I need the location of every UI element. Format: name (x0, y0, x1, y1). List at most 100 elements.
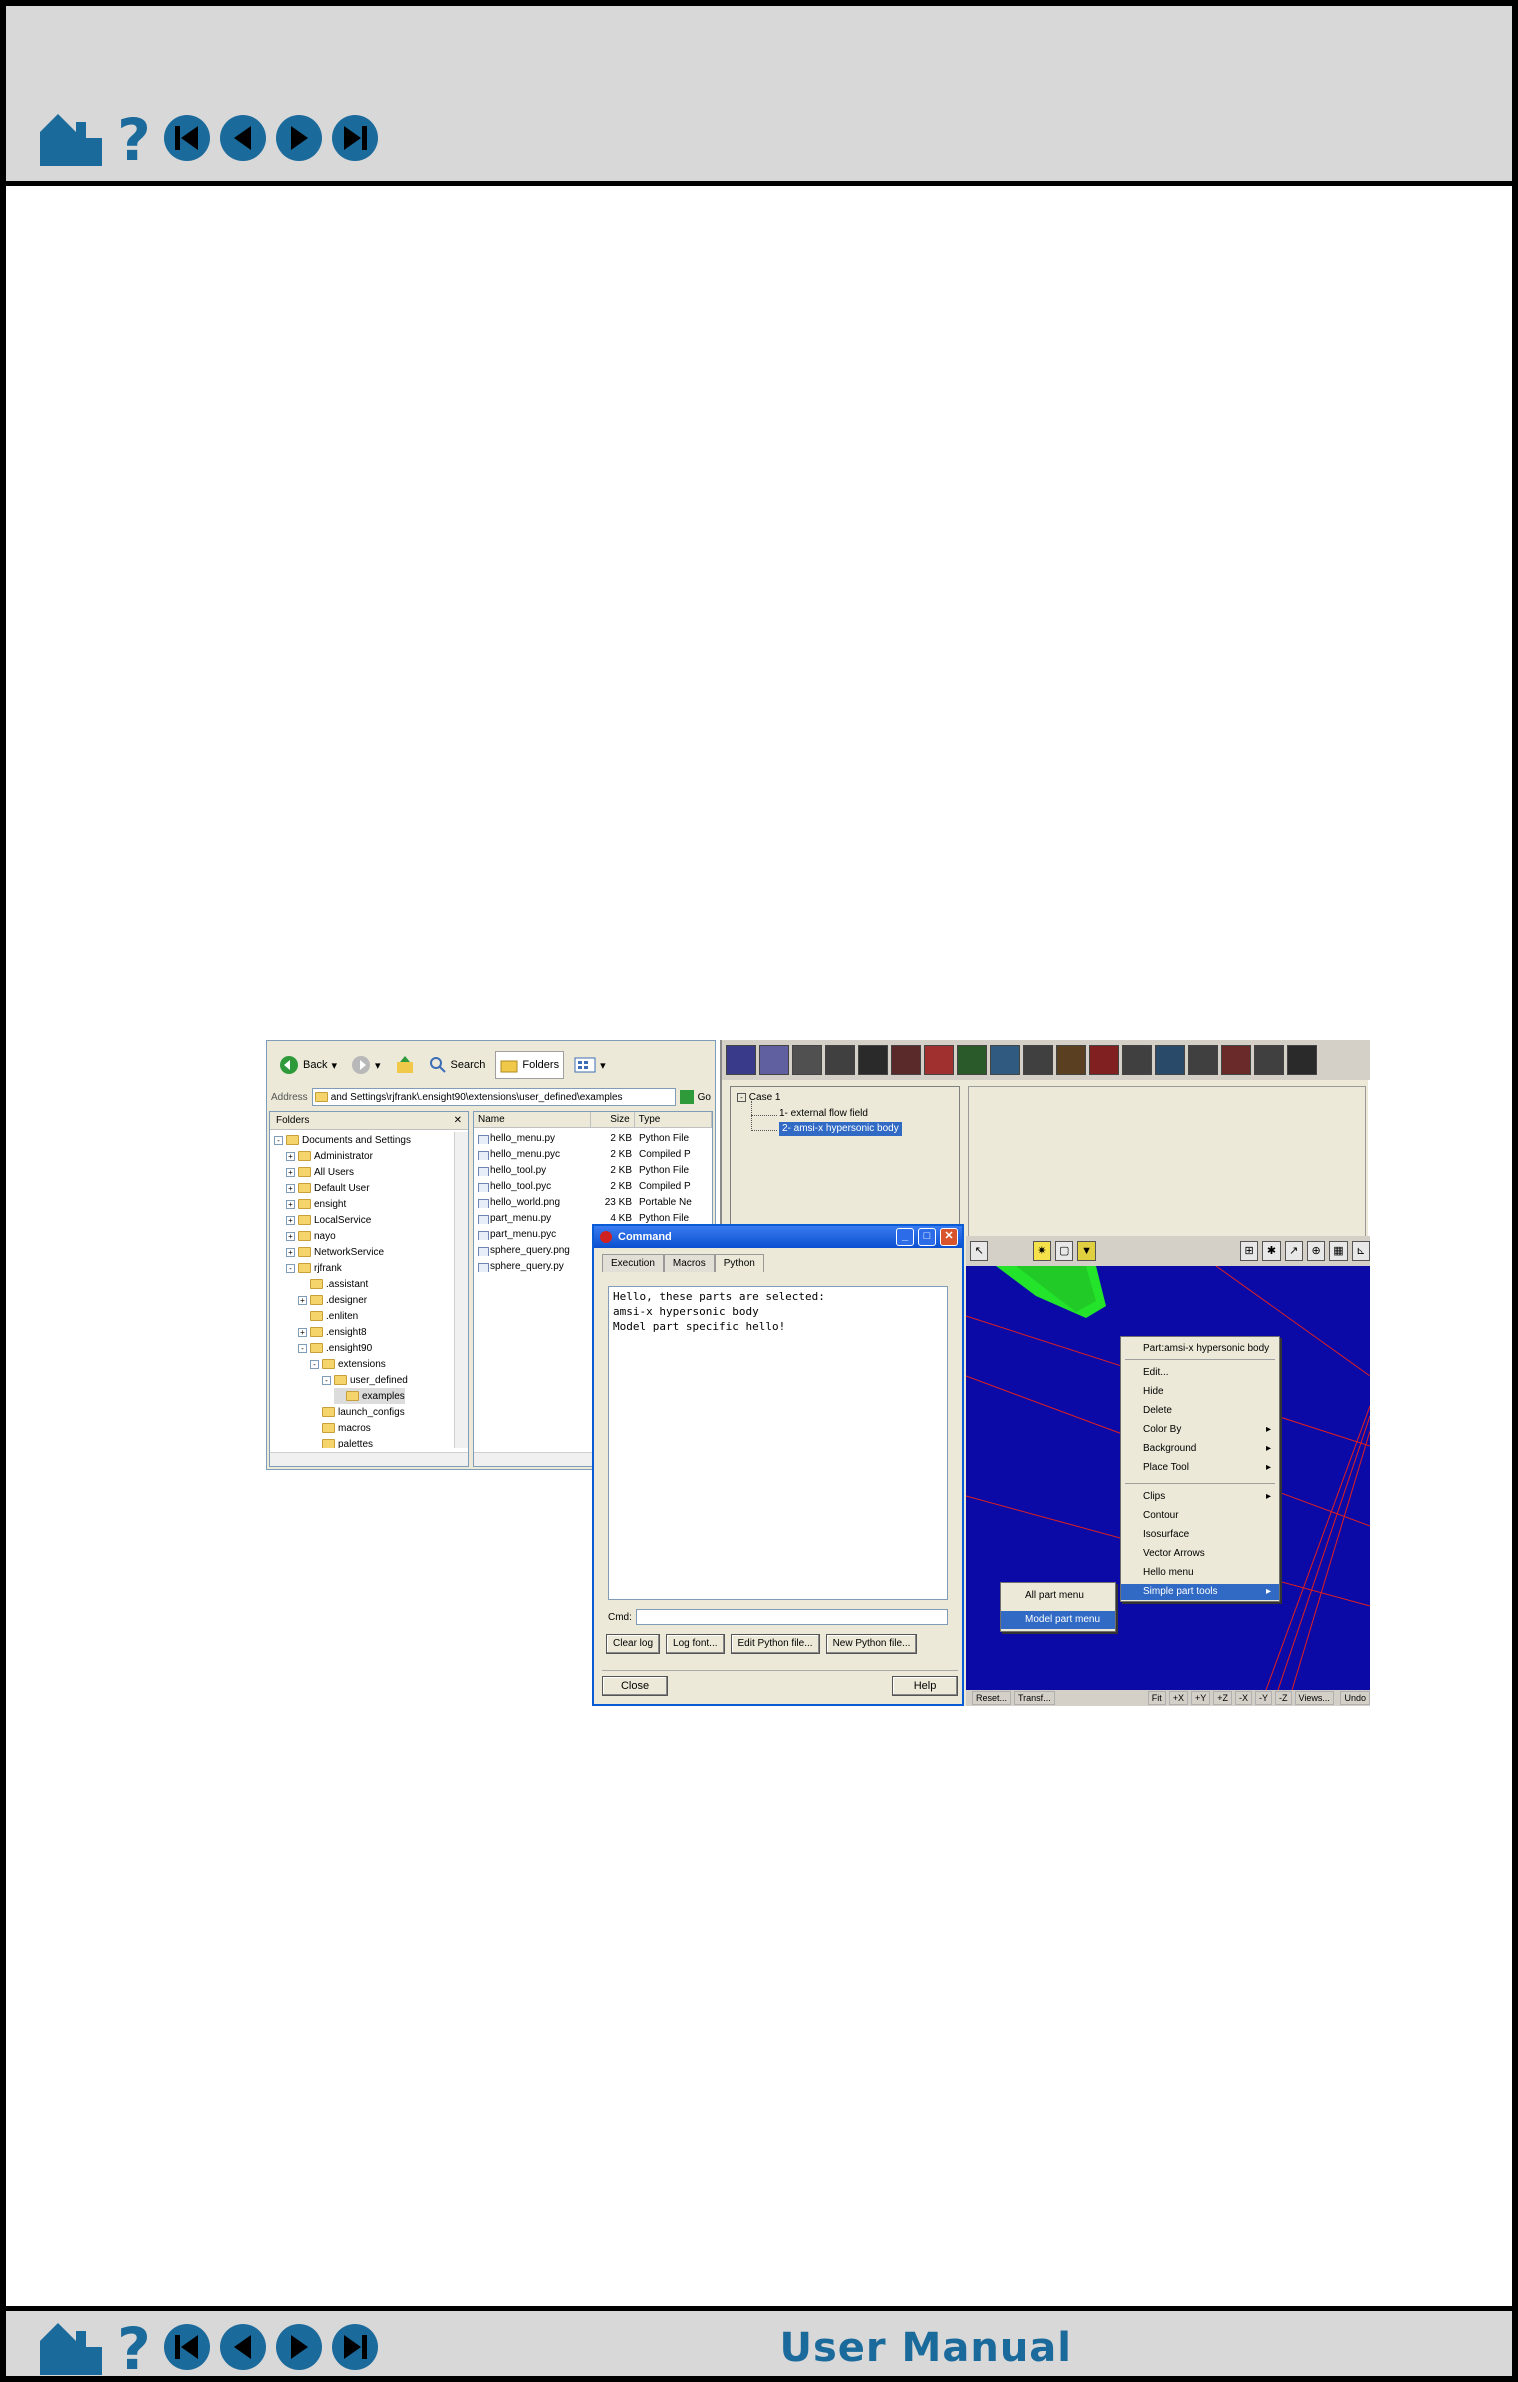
column-type[interactable]: Type (635, 1112, 713, 1127)
expand-icon[interactable]: + (286, 1183, 295, 1193)
new-python-file-button[interactable]: New Python file... (825, 1634, 918, 1654)
tree-item[interactable]: + ensight (286, 1196, 346, 1212)
views-button[interactable]: ▾ (570, 1051, 610, 1079)
context-menu-item[interactable]: Edit... (1121, 1365, 1279, 1381)
tree-item[interactable]: - Documents and Settings (274, 1132, 411, 1148)
previous-page-icon[interactable] (218, 2322, 268, 2372)
arrow-icon[interactable]: ↗ (1284, 1241, 1303, 1261)
tree-item[interactable]: - rjfrank (286, 1260, 342, 1276)
go-icon[interactable] (679, 1090, 694, 1104)
context-menu-item[interactable]: Delete (1121, 1403, 1279, 1419)
previous-page-icon[interactable] (218, 113, 268, 163)
collapse-icon[interactable]: - (310, 1359, 319, 1369)
collapse-icon[interactable]: - (737, 1093, 746, 1102)
tree-item[interactable]: examples (334, 1388, 405, 1404)
folders-horizontal-scrollbar[interactable] (270, 1452, 468, 1466)
clip-icon[interactable] (924, 1045, 954, 1075)
context-menu-item[interactable]: Background ▸ (1121, 1441, 1279, 1457)
first-page-icon[interactable] (162, 2322, 212, 2372)
menu-item-all-part-menu[interactable]: All part menu (1001, 1587, 1115, 1605)
file-row[interactable]: hello_tool.py 2 KB Python File (474, 1162, 714, 1178)
view-button[interactable]: Undo (1340, 1691, 1370, 1705)
axis-icon[interactable]: ⊾ (1351, 1241, 1370, 1261)
parts-icon[interactable] (759, 1045, 789, 1075)
context-menu-item[interactable]: Hello menu (1121, 1565, 1279, 1581)
view-icon[interactable] (726, 1045, 756, 1075)
tree-item[interactable]: .enliten (298, 1308, 358, 1324)
minimize-icon[interactable]: _ (896, 1228, 914, 1246)
up-folder-button[interactable] (391, 1051, 419, 1079)
mesh-icon[interactable] (1287, 1045, 1317, 1075)
close-button[interactable]: Close (602, 1675, 668, 1696)
expand-icon[interactable]: + (286, 1215, 295, 1225)
label-icon[interactable] (1122, 1045, 1152, 1075)
column-size[interactable]: Size (591, 1112, 635, 1127)
calculator-icon[interactable] (825, 1045, 855, 1075)
tree-item[interactable]: macros (310, 1420, 371, 1436)
next-page-icon[interactable] (274, 113, 324, 163)
collapse-icon[interactable]: - (298, 1343, 307, 1353)
folders-button[interactable]: Folders (495, 1051, 565, 1079)
context-menu-item[interactable]: Contour (1121, 1508, 1279, 1524)
close-icon[interactable]: ✕ (940, 1228, 958, 1246)
context-menu-item[interactable]: Hide (1121, 1384, 1279, 1400)
tree-item[interactable]: + All Users (286, 1164, 354, 1180)
context-menu-item[interactable]: Clips ▸ (1121, 1489, 1279, 1505)
last-page-icon[interactable] (330, 2322, 380, 2372)
home-icon[interactable] (36, 2317, 106, 2377)
tensor-icon[interactable] (1089, 1045, 1119, 1075)
first-page-icon[interactable] (162, 113, 212, 163)
edit-python-file-button[interactable]: Edit Python file... (730, 1634, 820, 1654)
view-button[interactable]: -X (1235, 1691, 1252, 1705)
elevate-icon[interactable] (858, 1045, 888, 1075)
file-row[interactable]: hello_menu.py 2 KB Python File (474, 1130, 714, 1146)
filter-icon[interactable]: ▼ (1077, 1241, 1096, 1261)
tab-macros[interactable]: Macros (663, 1254, 715, 1272)
view-button[interactable]: Views... (1294, 1691, 1334, 1705)
boundary-icon[interactable] (1188, 1045, 1218, 1075)
tree-item[interactable]: + LocalService (286, 1212, 371, 1228)
folders-vertical-scrollbar[interactable] (454, 1132, 468, 1448)
tree-item[interactable]: .assistant (298, 1276, 368, 1292)
view-button[interactable]: -Y (1255, 1691, 1272, 1705)
streamline-icon[interactable] (1221, 1045, 1251, 1075)
case-node[interactable]: - Case 1 (737, 1091, 780, 1105)
tree-item[interactable]: + nayo (286, 1228, 336, 1244)
tree-item[interactable]: + Default User (286, 1180, 370, 1196)
color-icon[interactable] (957, 1045, 987, 1075)
command-title-bar[interactable]: Command _ □ ✕ (594, 1226, 962, 1248)
select-region-icon[interactable]: ⊞ (1239, 1241, 1259, 1261)
expand-icon[interactable]: + (286, 1231, 295, 1241)
tree-item[interactable]: - .ensight90 (298, 1340, 372, 1356)
help-icon[interactable]: ? (112, 108, 156, 168)
pointer-icon[interactable]: ↖ (970, 1241, 989, 1261)
maximize-icon[interactable]: □ (918, 1228, 936, 1246)
clear-log-button[interactable]: Clear log (606, 1634, 661, 1654)
query-icon[interactable] (792, 1045, 822, 1075)
tree-item[interactable]: launch_configs (310, 1404, 405, 1420)
grid-icon[interactable]: ▦ (1329, 1241, 1348, 1261)
tree-item[interactable]: - user_defined (322, 1372, 408, 1388)
view-button[interactable]: +X (1168, 1691, 1188, 1705)
tree-item[interactable]: + .ensight8 (298, 1324, 367, 1340)
file-row[interactable]: hello_menu.pyc 2 KB Compiled P (474, 1146, 714, 1162)
back-button[interactable]: Back ▾ (275, 1051, 341, 1079)
collapse-icon[interactable]: - (322, 1375, 331, 1385)
tree-item[interactable]: + .designer (298, 1292, 367, 1308)
view-button[interactable]: Reset... (972, 1691, 1012, 1705)
close-icon[interactable]: ✕ (454, 1115, 462, 1126)
expand-icon[interactable]: + (298, 1295, 307, 1305)
menu-item-model-part-menu[interactable]: Model part menu (1001, 1611, 1115, 1629)
expand-icon[interactable]: + (286, 1167, 295, 1177)
log-font-button[interactable]: Log font... (666, 1634, 725, 1654)
view-button[interactable]: Transf... (1014, 1691, 1055, 1705)
separation-icon[interactable] (1155, 1045, 1185, 1075)
expand-icon[interactable]: + (298, 1327, 307, 1337)
light-icon[interactable]: ✷ (1032, 1241, 1052, 1261)
annotation-icon[interactable] (1254, 1045, 1284, 1075)
particle-icon[interactable] (1023, 1045, 1053, 1075)
vector-icon[interactable] (990, 1045, 1020, 1075)
address-field[interactable]: and Settings\rjfrank\.ensight90\extensio… (311, 1088, 676, 1106)
pick-icon[interactable]: ✱ (1262, 1241, 1281, 1261)
collapse-icon[interactable]: - (274, 1135, 283, 1145)
